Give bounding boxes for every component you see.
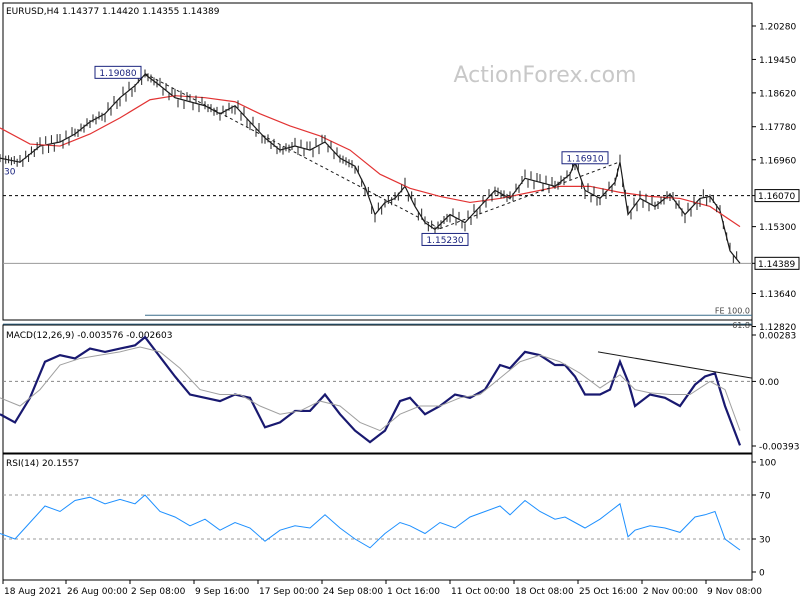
- price-annotation-2: 1.16910: [566, 154, 603, 164]
- price-axis-tick-label: 1.16960: [759, 156, 796, 166]
- chart-window: ActionForex.com EURUSD,H4 1.14377 1.14420…: [0, 0, 800, 600]
- panel-frame-macd: [2, 324, 753, 454]
- panel-frame-rsi: [2, 453, 753, 581]
- price-label-0: 1.16070: [758, 192, 795, 202]
- price-series-trend-1: [144, 73, 441, 230]
- x-axis-tick-label: 1 Oct 16:00: [387, 587, 440, 597]
- x-axis-tick-label: 11 Oct 00:00: [451, 587, 510, 597]
- price-axis-tick-label: 1.13640: [759, 290, 796, 300]
- x-axis-tick-label: 9 Nov 08:00: [707, 587, 762, 597]
- price-annotation-3: 30: [4, 167, 16, 177]
- rsi-series-line: [0, 494, 741, 551]
- fe-label-0: FE 100.0: [715, 306, 750, 315]
- price-label-1: 1.14389: [758, 260, 795, 270]
- x-axis-tick-label: 26 Aug 00:00: [67, 587, 128, 597]
- fe-label-1: 61.8: [732, 321, 750, 330]
- price-panel-title: EURUSD,H4 1.14377 1.14420 1.14355 1.1438…: [6, 7, 220, 17]
- macd-axis-tick-label: 0.00: [759, 378, 779, 388]
- x-axis-tick-label: 18 Aug 2021: [4, 587, 62, 597]
- macd-axis-tick-label: 0.00283: [759, 332, 796, 342]
- watermark-text: ActionForex.com: [454, 63, 637, 88]
- price-axis-tick-label: 1.19450: [759, 56, 796, 66]
- x-axis-tick-label: 24 Sep 08:00: [323, 587, 383, 597]
- rsi-panel-title: RSI(14) 20.1557: [6, 459, 79, 469]
- rsi-axis-tick-label: 100: [759, 459, 776, 469]
- price-axis-tick-label: 1.18620: [759, 89, 796, 99]
- x-axis-tick-label: 2 Nov 00:00: [643, 587, 698, 597]
- price-axis-tick-label: 1.15300: [759, 223, 796, 233]
- price-annotation-1: 1.15230: [426, 236, 463, 246]
- chart-svg: ActionForex.com EURUSD,H4 1.14377 1.14420…: [0, 2, 800, 597]
- price-annotation-0: 1.19080: [99, 69, 136, 79]
- rsi-axis-tick-label: 30: [759, 536, 771, 546]
- rsi-axis-tick-label: 70: [759, 492, 771, 502]
- price-axis-tick-label: 1.17780: [759, 123, 796, 133]
- macd-axis-tick-label: -0.003939: [759, 443, 800, 453]
- x-axis-tick-label: 17 Sep 00:00: [259, 587, 319, 597]
- x-axis-tick-label: 25 Oct 16:00: [579, 587, 638, 597]
- price-series-eurusd: [0, 73, 741, 264]
- rsi-axis-tick-label: 0: [759, 569, 765, 579]
- panel-frame-price: [2, 2, 753, 321]
- x-axis-tick-label: 18 Oct 08:00: [515, 587, 574, 597]
- price-axis-tick-label: 1.20280: [759, 23, 796, 33]
- x-axis-tick-label: 9 Sep 16:00: [195, 587, 250, 597]
- x-axis-tick-label: 2 Sep 08:00: [131, 587, 186, 597]
